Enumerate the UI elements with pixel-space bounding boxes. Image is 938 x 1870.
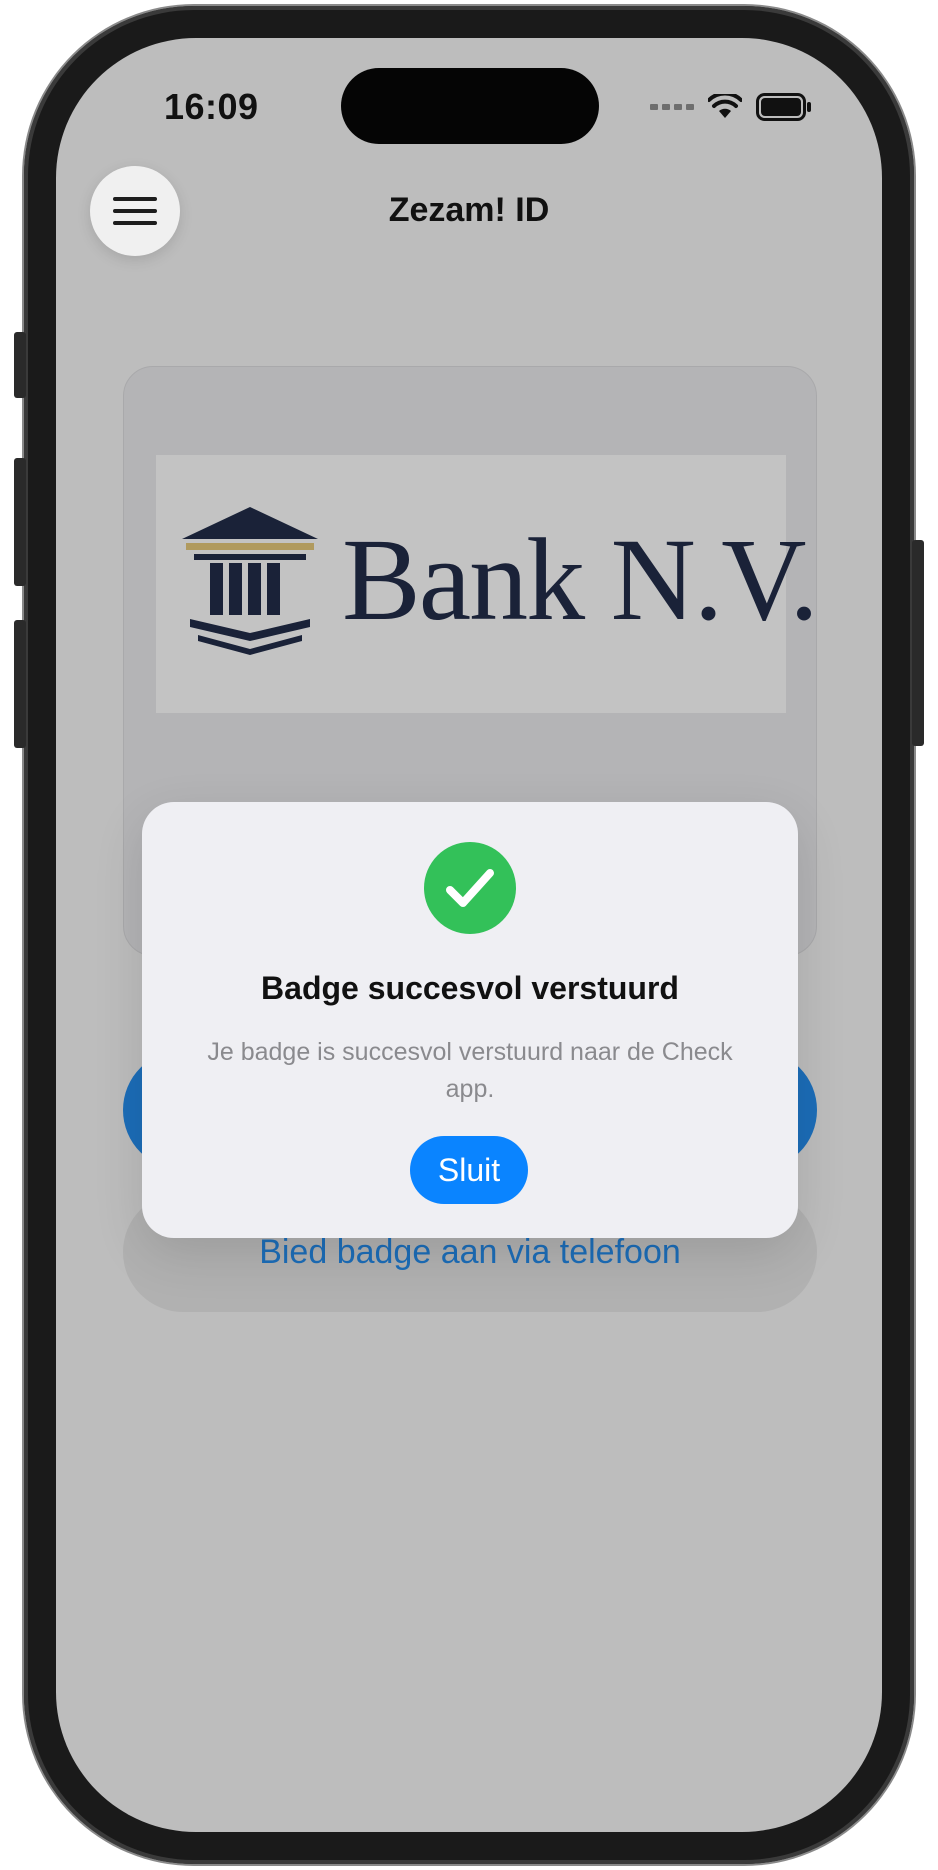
volume-up-button [14, 458, 26, 586]
signal-icon [650, 104, 694, 110]
battery-icon [756, 93, 811, 121]
checkmark-icon [446, 869, 494, 907]
success-badge [424, 842, 516, 934]
status-icons [650, 90, 812, 124]
page-title: Zezam! ID [388, 191, 550, 229]
bank-logo: Bank N.V. [156, 455, 819, 713]
action-button [14, 332, 26, 398]
bank-building-icon [182, 507, 318, 655]
bank-logo-text: Bank N.V. [342, 514, 819, 645]
screen: 16:09 Zezam! ID Bank N.V. Bied badge aan… [56, 38, 882, 1832]
close-button[interactable]: Sluit [410, 1136, 528, 1204]
dialog-message: Je badge is succesvol verstuurd naar de … [207, 1038, 733, 1103]
status-time: 16:09 [164, 86, 259, 127]
offer-via-phone-label: Bied badge aan via telefoon [259, 1232, 681, 1271]
dynamic-island [341, 68, 599, 144]
success-dialog: Badge succesvol verstuurd Je badge is su… [142, 802, 798, 1238]
wifi-icon [708, 94, 742, 118]
power-button [912, 540, 924, 746]
dialog-title: Badge succesvol verstuurd [261, 970, 679, 1006]
volume-down-button [14, 620, 26, 748]
